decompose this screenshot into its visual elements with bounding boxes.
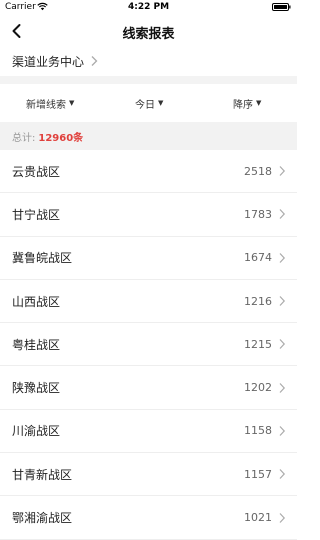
region-name: 甘青新战区 xyxy=(12,467,73,482)
chevron-right-icon xyxy=(279,166,286,177)
chevron-right-icon xyxy=(279,469,286,480)
chevron-right-icon xyxy=(279,382,286,393)
chevron-right-icon xyxy=(279,512,286,523)
list-item[interactable]: 鄂湘渝战区 1021 xyxy=(0,496,297,540)
channel-label: 渠道业务中心 xyxy=(12,54,85,69)
list-item[interactable]: 云贵战区 2518 xyxy=(0,150,297,194)
list-item[interactable]: 甘宁战区 1783 xyxy=(0,193,297,237)
region-name: 甘宁战区 xyxy=(12,207,61,222)
region-name: 鄂湘渝战区 xyxy=(12,511,73,526)
region-list: 云贵战区 2518 甘宁战区 1783 冀鲁皖战区 1674 山西战区 1216… xyxy=(0,150,297,540)
region-count: 1202 xyxy=(244,381,272,395)
chevron-right-icon xyxy=(279,209,286,220)
region-name: 陕豫战区 xyxy=(12,381,61,396)
navigation-bar: 线索报表 xyxy=(0,14,297,46)
list-item[interactable]: 冀鲁皖战区 1674 xyxy=(0,237,297,280)
battery-icon xyxy=(272,3,291,11)
region-name: 云贵战区 xyxy=(12,164,61,179)
list-item[interactable]: 粤桂战区 1215 xyxy=(0,323,297,367)
region-count: 1157 xyxy=(244,467,272,481)
page-title: 线索报表 xyxy=(122,27,175,42)
chevron-right-icon xyxy=(279,296,286,306)
region-count: 1674 xyxy=(244,251,272,265)
status-bar: Carrier 4:22 PM xyxy=(0,0,297,14)
list-item[interactable]: 川渝战区 1158 xyxy=(0,410,297,454)
region-name: 粤桂战区 xyxy=(12,337,61,352)
region-count: 1021 xyxy=(244,511,272,525)
filter-bar: 新增线索 ▼ 今日 ▼ 降序 ▼ xyxy=(0,84,297,122)
filter-metric-dropdown[interactable]: 新增线索 ▼ xyxy=(26,96,74,111)
caret-down-icon: ▼ xyxy=(256,99,262,107)
chevron-right-icon xyxy=(91,56,98,66)
status-time: 4:22 PM xyxy=(127,2,170,12)
region-name: 川渝战区 xyxy=(12,424,61,439)
region-count: 1216 xyxy=(244,294,272,308)
filter-date-label: 今日 xyxy=(135,99,155,111)
caret-down-icon: ▼ xyxy=(158,99,164,107)
caret-down-icon: ▼ xyxy=(69,99,75,107)
total-label: 总计: xyxy=(12,132,36,144)
filter-metric-label: 新增线索 xyxy=(26,99,66,111)
filter-sort-label: 降序 xyxy=(233,99,253,111)
chevron-right-icon xyxy=(279,426,286,436)
region-name: 山西战区 xyxy=(12,294,61,309)
list-item[interactable]: 甘青新战区 1157 xyxy=(0,453,297,497)
region-count: 1158 xyxy=(244,424,272,438)
total-value: 12960条 xyxy=(38,132,84,144)
channel-selector[interactable]: 渠道业务中心 xyxy=(0,46,297,76)
chevron-right-icon xyxy=(279,339,286,350)
list-item[interactable]: 陕豫战区 1202 xyxy=(0,366,297,410)
region-count: 1783 xyxy=(244,207,272,221)
region-count: 1215 xyxy=(244,337,272,351)
region-count: 2518 xyxy=(244,164,272,178)
total-summary: 总计: 12960条 xyxy=(0,122,297,150)
region-name: 冀鲁皖战区 xyxy=(12,251,73,266)
filter-sort-dropdown[interactable]: 降序 ▼ xyxy=(233,96,261,111)
chevron-right-icon xyxy=(279,252,286,263)
filter-date-dropdown[interactable]: 今日 ▼ xyxy=(135,96,163,111)
section-divider xyxy=(0,76,297,84)
list-item[interactable]: 山西战区 1216 xyxy=(0,280,297,324)
